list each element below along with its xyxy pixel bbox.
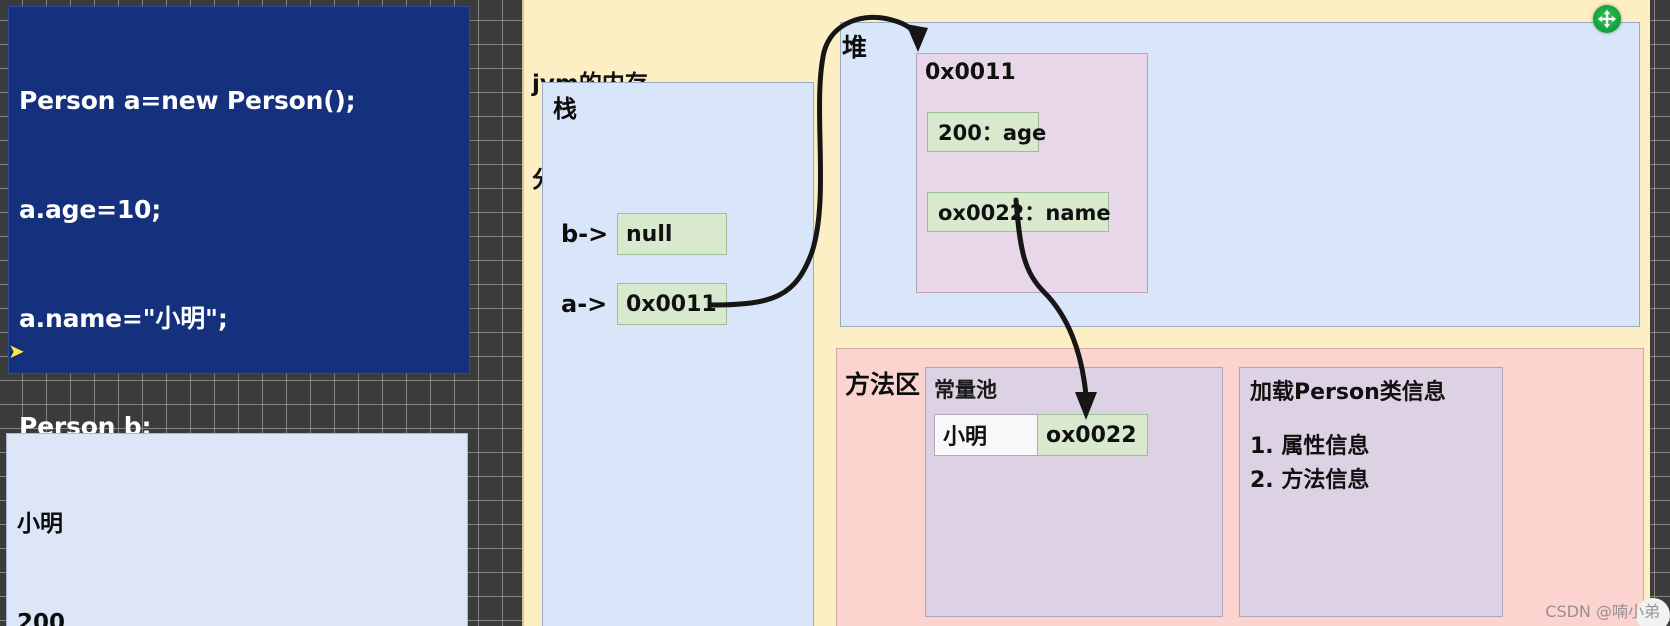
constant-pool-region: 常量池 小明 ox0022 bbox=[925, 367, 1223, 617]
csdn-watermark: CSDN @喃小弟 bbox=[1545, 602, 1660, 621]
code-line: Person a=new Person(); bbox=[19, 86, 356, 116]
console-output-panel: 小明 200 b.age 会出现异常. bbox=[6, 433, 468, 626]
constant-pool-entry-key: 小明 bbox=[934, 414, 1038, 456]
constant-pool-entry-address: ox0022 bbox=[1038, 414, 1148, 456]
stack-label: 栈 bbox=[553, 95, 577, 123]
jvm-memory-diagram: jvm的内存 分析代码执行流程 栈 b-> null a-> 0x0011 堆 … bbox=[522, 0, 1650, 626]
console-line: 200 bbox=[17, 610, 66, 626]
console-output-text: 小明 200 b.age 会出现异常. bbox=[7, 434, 467, 626]
class-info-list: 1. 属性信息 2. 方法信息 bbox=[1250, 430, 1369, 498]
screenshot-root: Person a=new Person(); a.age=10; a.name=… bbox=[0, 0, 1670, 626]
constant-pool-label: 常量池 bbox=[934, 378, 997, 402]
stack-frame-a: a-> 0x0011 bbox=[561, 283, 727, 325]
heap-label: 堆 bbox=[842, 33, 868, 62]
stack-var-name-a: a-> bbox=[561, 290, 608, 318]
class-info-item: 2. 方法信息 bbox=[1250, 468, 1370, 493]
stack-frame-b: b-> null bbox=[561, 213, 727, 255]
stack-slot-b: null bbox=[617, 213, 727, 255]
heap-field-name: ox0022：name bbox=[927, 192, 1111, 232]
stack-var-name-b: b-> bbox=[561, 220, 609, 248]
constant-pool-entry: 小明 ox0022 bbox=[934, 414, 1148, 456]
console-line: 小明 bbox=[17, 511, 63, 537]
stack-region: 栈 b-> null a-> 0x0011 bbox=[542, 82, 814, 626]
heap-region: 0x0011 200：age ox0022：name bbox=[840, 22, 1640, 327]
method-area-label: 方法区 bbox=[845, 370, 921, 399]
heap-field-age: 200：age bbox=[927, 112, 1046, 152]
code-line: a.name="小明"; bbox=[19, 303, 228, 333]
move-cursor-icon[interactable] bbox=[1593, 5, 1621, 33]
code-line: a.age=10; bbox=[19, 195, 162, 225]
heap-object-0x0011: 0x0011 200：age ox0022：name bbox=[916, 53, 1148, 293]
class-info-title: 加载Person类信息 bbox=[1250, 380, 1446, 405]
class-info-item: 1. 属性信息 bbox=[1250, 434, 1370, 459]
line-pointer-icon: ➤ bbox=[8, 341, 25, 363]
heap-object-address: 0x0011 bbox=[925, 60, 1016, 85]
four-way-arrow-glyph bbox=[1597, 9, 1617, 29]
stack-slot-a: 0x0011 bbox=[617, 283, 727, 325]
method-area-region: 方法区 常量池 小明 ox0022 加载Person类信息 1. 属性信息 2.… bbox=[836, 348, 1644, 626]
class-info-region: 加载Person类信息 1. 属性信息 2. 方法信息 bbox=[1239, 367, 1503, 617]
code-editor-panel[interactable]: Person a=new Person(); a.age=10; a.name=… bbox=[8, 6, 470, 550]
